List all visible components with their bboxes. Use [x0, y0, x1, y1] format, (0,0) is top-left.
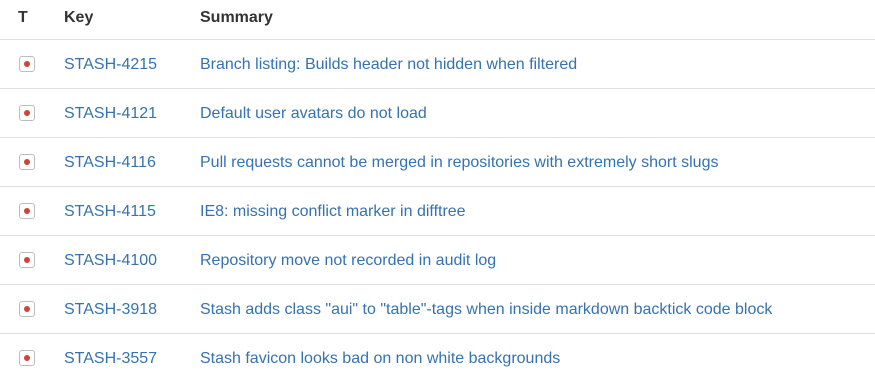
bug-icon [19, 154, 35, 170]
table-row: STASH-4116 Pull requests cannot be merge… [0, 138, 875, 187]
issue-key-link[interactable]: STASH-4121 [64, 105, 157, 123]
column-header-key: Key [64, 9, 94, 26]
issue-summary-link[interactable]: Repository move not recorded in audit lo… [200, 252, 496, 270]
issue-key-link[interactable]: STASH-4116 [64, 154, 156, 172]
issue-summary-link[interactable]: IE8: missing conflict marker in difftree [200, 203, 466, 221]
issue-summary-link[interactable]: Pull requests cannot be merged in reposi… [200, 154, 718, 172]
issue-table: T Key Summary STASH-4215 Branch listing:… [0, 0, 875, 383]
table-row: STASH-4100 Repository move not recorded … [0, 236, 875, 285]
bug-icon [19, 105, 35, 121]
column-header-summary: Summary [200, 9, 273, 26]
issue-key-link[interactable]: STASH-3918 [64, 301, 157, 319]
table-row: STASH-4115 IE8: missing conflict marker … [0, 187, 875, 236]
issue-summary-link[interactable]: Stash favicon looks bad on non white bac… [200, 350, 560, 368]
issue-summary-link[interactable]: Default user avatars do not load [200, 105, 427, 123]
issue-key-link[interactable]: STASH-4215 [64, 56, 157, 74]
bug-icon [19, 301, 35, 317]
table-row: STASH-3557 Stash favicon looks bad on no… [0, 334, 875, 383]
issue-summary-link[interactable]: Branch listing: Builds header not hidden… [200, 56, 577, 74]
bug-icon [19, 56, 35, 72]
bug-icon [19, 252, 35, 268]
table-row: STASH-4215 Branch listing: Builds header… [0, 40, 875, 89]
issue-key-link[interactable]: STASH-4100 [64, 252, 157, 270]
issue-key-link[interactable]: STASH-3557 [64, 350, 157, 368]
table-row: STASH-4121 Default user avatars do not l… [0, 89, 875, 138]
table-header: T Key Summary [0, 0, 875, 40]
column-header-type: T [18, 9, 28, 26]
bug-icon [19, 203, 35, 219]
issue-key-link[interactable]: STASH-4115 [64, 203, 156, 221]
issue-summary-link[interactable]: Stash adds class "aui" to "table"-tags w… [200, 301, 772, 319]
bug-icon [19, 350, 35, 366]
table-row: STASH-3918 Stash adds class "aui" to "ta… [0, 285, 875, 334]
